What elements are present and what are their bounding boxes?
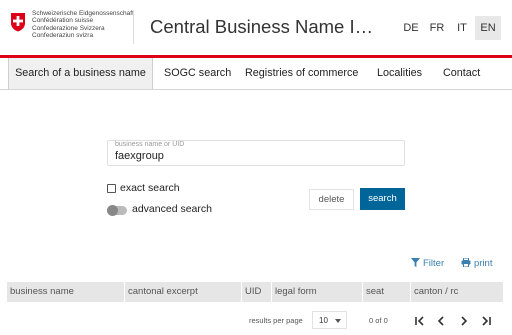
language-en[interactable]: EN xyxy=(475,16,501,40)
federal-name-fr: Confédération suisse xyxy=(32,17,94,25)
business-name-field-label: business name or UID xyxy=(115,141,185,148)
app-header: Schweizerische Eidgenossenschaft Confédé… xyxy=(0,0,512,55)
first-page-icon[interactable] xyxy=(413,314,427,328)
next-page-icon[interactable] xyxy=(457,314,471,328)
language-it[interactable]: IT xyxy=(449,16,475,40)
language-fr[interactable]: FR xyxy=(424,16,450,40)
chevron-down-icon xyxy=(335,319,341,323)
filter-button[interactable]: Filter xyxy=(411,258,444,269)
delete-button[interactable]: delete xyxy=(309,189,354,210)
column-seat[interactable]: seat xyxy=(362,282,410,302)
column-canton-rc[interactable]: canton / rc xyxy=(410,282,503,302)
column-legal-form[interactable]: legal form xyxy=(271,282,362,302)
toggle-knob xyxy=(107,205,118,216)
advanced-search-label[interactable]: advanced search xyxy=(132,203,212,215)
federal-name-de: Schweizerische Eidgenossenschaft xyxy=(32,10,134,17)
tab-contact[interactable]: Contact xyxy=(443,58,480,89)
exact-search-checkbox[interactable] xyxy=(107,184,116,193)
results-per-page-select[interactable]: 10 xyxy=(312,311,347,329)
tab-search-business-name[interactable]: Search of a business name xyxy=(8,58,153,89)
column-cantonal-excerpt[interactable]: cantonal excerpt xyxy=(124,282,241,302)
business-name-field[interactable]: business name or UID faexgroup xyxy=(107,140,405,166)
previous-page-icon[interactable] xyxy=(434,314,448,328)
federal-name-rm: Confederaziun svizra xyxy=(32,31,94,39)
filter-icon xyxy=(411,258,420,267)
results-per-page-value: 10 xyxy=(319,316,328,325)
federal-name-it: Confederazione Svizzera xyxy=(32,24,105,32)
results-per-page-label: results per page xyxy=(249,316,303,325)
print-label: print xyxy=(474,258,493,269)
main-nav: Search of a business name SOGC search Re… xyxy=(0,58,512,90)
exact-search-label[interactable]: exact search xyxy=(120,182,180,194)
tab-localities[interactable]: Localities xyxy=(377,58,422,89)
language-de[interactable]: DE xyxy=(398,16,424,40)
filter-label: Filter xyxy=(423,258,445,269)
swiss-coat-of-arms-icon xyxy=(11,13,25,32)
search-button[interactable]: search xyxy=(360,188,405,210)
tab-sogc-search[interactable]: SOGC search xyxy=(164,58,231,89)
column-business-name[interactable]: business name xyxy=(7,282,124,302)
tab-registries-of-commerce[interactable]: Registries of commerce xyxy=(245,58,358,89)
advanced-search-toggle[interactable] xyxy=(107,205,127,216)
last-page-icon[interactable] xyxy=(479,314,493,328)
federal-names: Schweizerische Eidgenossenschaft Confédé… xyxy=(32,10,134,39)
print-button[interactable]: print xyxy=(461,257,493,269)
page-count: 0 of 0 xyxy=(369,316,388,325)
results-table-header: business name cantonal excerpt UID legal… xyxy=(7,282,503,302)
header-divider xyxy=(133,10,134,44)
print-icon xyxy=(461,257,471,268)
column-uid[interactable]: UID xyxy=(241,282,271,302)
app-title: Central Business Name I… xyxy=(150,16,374,37)
business-name-input[interactable]: faexgroup xyxy=(115,150,164,162)
